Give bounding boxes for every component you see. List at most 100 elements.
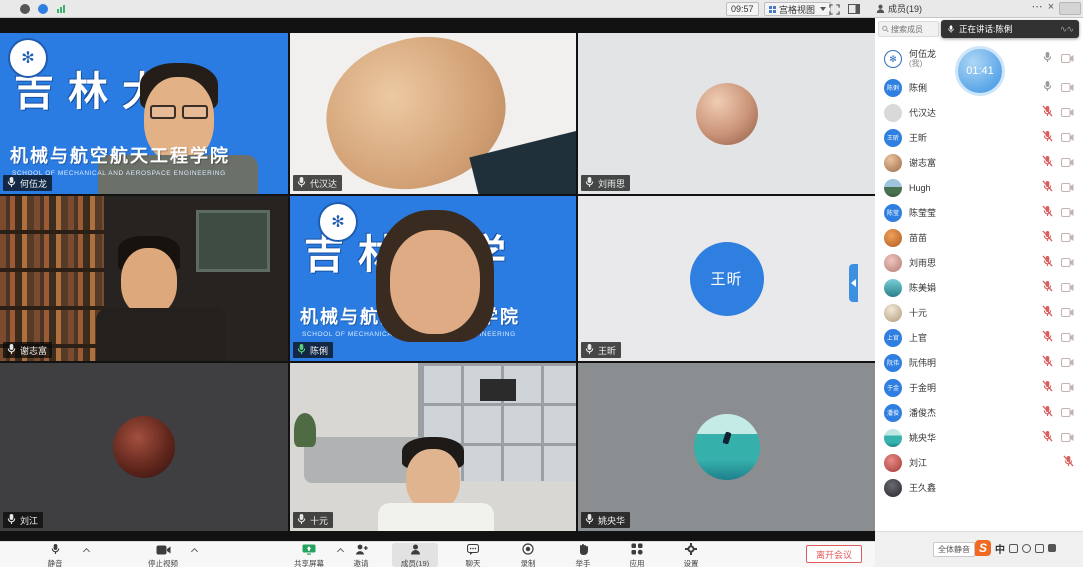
video-tile[interactable]: 王昕 王昕 [578, 196, 875, 361]
ime-icon[interactable] [1009, 544, 1018, 553]
camera-icon[interactable] [1061, 104, 1074, 122]
camera-icon[interactable] [1061, 50, 1074, 68]
camera-icon[interactable] [1061, 379, 1074, 397]
member-row[interactable]: 王久鑫 [875, 475, 1083, 500]
camera-icon[interactable] [1061, 279, 1074, 297]
member-search[interactable] [878, 21, 939, 37]
panel-close-button[interactable]: × [1044, 1, 1058, 13]
mic-muted-icon[interactable] [1042, 354, 1053, 372]
ime-toolbar[interactable]: S 中 [975, 540, 1056, 556]
mic-muted-icon[interactable] [1042, 204, 1053, 222]
member-row[interactable]: 潘俊潘俊杰 [875, 400, 1083, 425]
camera-icon[interactable] [1061, 229, 1074, 247]
plant [294, 413, 316, 447]
member-row[interactable]: 于金于金明 [875, 375, 1083, 400]
member-row[interactable]: 苗苗 [875, 225, 1083, 250]
camera-icon[interactable] [1061, 129, 1074, 147]
leave-meeting-button[interactable]: 离开会议 [806, 545, 862, 563]
member-row[interactable]: 谢志富 [875, 150, 1083, 175]
mic-muted-icon[interactable] [1042, 329, 1053, 347]
mic-icon[interactable] [1042, 79, 1053, 97]
member-row[interactable]: 陈莹陈莹莹 [875, 200, 1083, 225]
video-tile[interactable]: 谢志富 [0, 196, 288, 361]
member-name: Hugh [909, 183, 931, 193]
member-row[interactable]: 刘雨思 [875, 250, 1083, 275]
mic-muted-icon[interactable] [1042, 154, 1053, 172]
video-tile[interactable]: 吉林大学 ✻ 机械与航空航天工程学院 SCHOOL OF MECHANICAL … [0, 33, 288, 194]
toolbar-hand-button[interactable]: 举手 [560, 543, 606, 567]
toolbar-apps-button[interactable]: 应用 [614, 543, 660, 567]
chevron-up-icon[interactable] [84, 548, 89, 553]
member-row[interactable]: 代汉达 [875, 100, 1083, 125]
member-list: ✻何伍龙(我)陈俐陈俐代汉达王昕王昕谢志富Hugh陈莹陈莹莹苗苗刘雨思陈美娟十元… [875, 43, 1083, 531]
toolbar-mic-button[interactable]: 静音 [32, 543, 78, 567]
member-row[interactable]: Hugh [875, 175, 1083, 200]
chevron-up-icon[interactable] [192, 548, 197, 553]
camera-icon[interactable] [1061, 404, 1074, 422]
video-tile[interactable]: 十元 [290, 363, 576, 531]
camera-icon[interactable] [1061, 254, 1074, 272]
member-row[interactable]: 姚央华 [875, 425, 1083, 450]
ime-language-toggle[interactable]: 中 [995, 541, 1005, 556]
video-tile[interactable]: 姚央华 [578, 363, 875, 531]
toolbar-gear-button[interactable]: 设置 [668, 543, 714, 567]
camera-icon[interactable] [1061, 304, 1074, 322]
mic-muted-icon[interactable] [1042, 304, 1053, 322]
toolbar-share-button[interactable]: 共享屏幕 [286, 543, 332, 567]
mic-muted-icon[interactable] [1042, 254, 1053, 272]
camera-icon[interactable] [1061, 429, 1074, 447]
mic-icon[interactable] [1042, 50, 1053, 68]
camera-icon[interactable] [1061, 179, 1074, 197]
toolbar-invite-button[interactable]: 邀请 [338, 543, 384, 567]
camera-icon[interactable] [1061, 154, 1074, 172]
toolbar-camera-button[interactable]: 停止视频 [140, 543, 186, 567]
member-avatar [884, 304, 902, 322]
mic-muted-icon[interactable] [1042, 104, 1053, 122]
mic-muted-icon[interactable] [1042, 129, 1053, 147]
mic-muted-icon[interactable] [1042, 404, 1053, 422]
member-row[interactable]: 王昕王昕 [875, 125, 1083, 150]
share-icon [302, 542, 316, 560]
member-row[interactable]: 十元 [875, 300, 1083, 325]
mute-all-button[interactable]: 全体静音 [933, 542, 975, 557]
ime-icon[interactable] [1035, 544, 1044, 553]
camera-icon[interactable] [1061, 79, 1074, 97]
mic-muted-icon[interactable] [1042, 379, 1053, 397]
ime-icon[interactable] [1048, 544, 1056, 552]
camera-icon[interactable] [1061, 354, 1074, 372]
camera-icon[interactable] [1061, 204, 1074, 222]
window-corner-control[interactable] [1059, 2, 1081, 15]
toolbar-members-button[interactable]: 成员(19) [392, 543, 438, 567]
panel-collapse-handle[interactable] [849, 264, 858, 302]
timer-badge[interactable]: 01:41 [955, 46, 1005, 96]
video-tile[interactable]: 代汉达 [290, 33, 576, 194]
video-tile[interactable]: 刘雨思 [578, 33, 875, 194]
view-mode-button[interactable]: 宫格视图 [764, 2, 831, 16]
fullscreen-button[interactable] [826, 2, 842, 16]
member-name: 谢志富 [909, 158, 936, 168]
toolbar-record-button[interactable]: 录制 [505, 543, 551, 567]
mic-muted-icon[interactable] [1063, 454, 1074, 472]
toolbar-label: 停止视频 [148, 560, 178, 567]
mic-muted-icon[interactable] [1042, 179, 1053, 197]
camera-icon[interactable] [1061, 329, 1074, 347]
ime-icon[interactable] [1022, 544, 1031, 553]
panel-more-button[interactable]: ⋯ [1030, 0, 1044, 13]
video-tile[interactable]: 刘江 [0, 363, 288, 531]
search-input[interactable] [891, 25, 935, 34]
member-name: 阮伟明 [909, 358, 936, 368]
mic-muted-icon[interactable] [1042, 279, 1053, 297]
mic-muted-icon[interactable] [1042, 429, 1053, 447]
video-tile[interactable]: 吉林大学 ✻ 机械与航空航天工程学院 SCHOOL OF MECHANICAL … [290, 196, 576, 361]
mic-muted-icon[interactable] [1042, 229, 1053, 247]
member-row[interactable]: 刘江 [875, 450, 1083, 475]
member-row[interactable]: 阮伟阮伟明 [875, 350, 1083, 375]
member-row[interactable]: 陈美娟 [875, 275, 1083, 300]
member-name: 代汉达 [909, 108, 936, 118]
ime-logo-icon[interactable]: S [975, 540, 991, 556]
member-row[interactable]: 上官上官 [875, 325, 1083, 350]
top-status-bar: 09:57 宫格视图 成员(19) ⋯ × [0, 0, 1083, 18]
tv [480, 379, 516, 401]
toolbar-chat-button[interactable]: 聊天 [450, 543, 496, 567]
layout-panel-button[interactable] [846, 2, 862, 16]
